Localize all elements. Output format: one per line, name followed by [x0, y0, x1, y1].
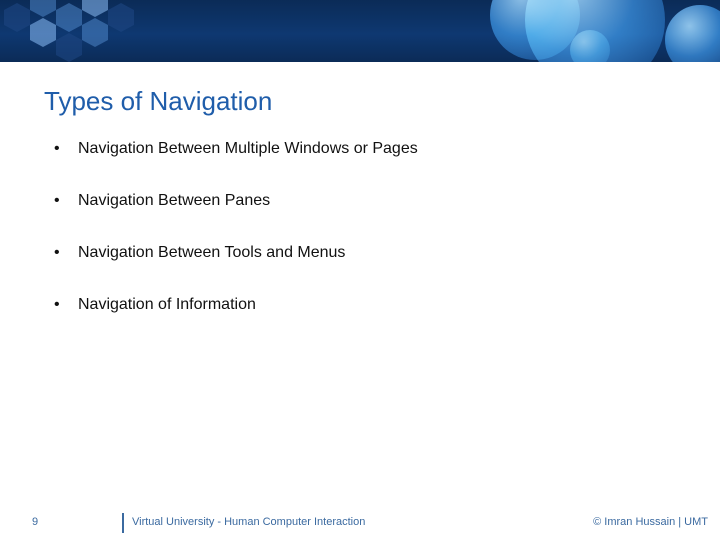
- footer-separator: [122, 513, 124, 533]
- slide: Types of Navigation Navigation Between M…: [0, 0, 720, 540]
- list-item: Navigation Between Multiple Windows or P…: [44, 140, 676, 158]
- footer: 9 Virtual University - Human Computer In…: [0, 510, 720, 540]
- slide-body: Navigation Between Multiple Windows or P…: [44, 140, 676, 348]
- page-number: 9: [32, 516, 38, 528]
- list-item: Navigation of Information: [44, 296, 676, 314]
- topbar-decoration: [0, 0, 720, 62]
- footer-copyright: © Imran Hussain | UMT: [593, 516, 708, 528]
- slide-title: Types of Navigation: [44, 86, 272, 117]
- bullet-list: Navigation Between Multiple Windows or P…: [44, 140, 676, 314]
- list-item: Navigation Between Panes: [44, 192, 676, 210]
- list-item: Navigation Between Tools and Menus: [44, 244, 676, 262]
- footer-center: Virtual University - Human Computer Inte…: [132, 516, 365, 528]
